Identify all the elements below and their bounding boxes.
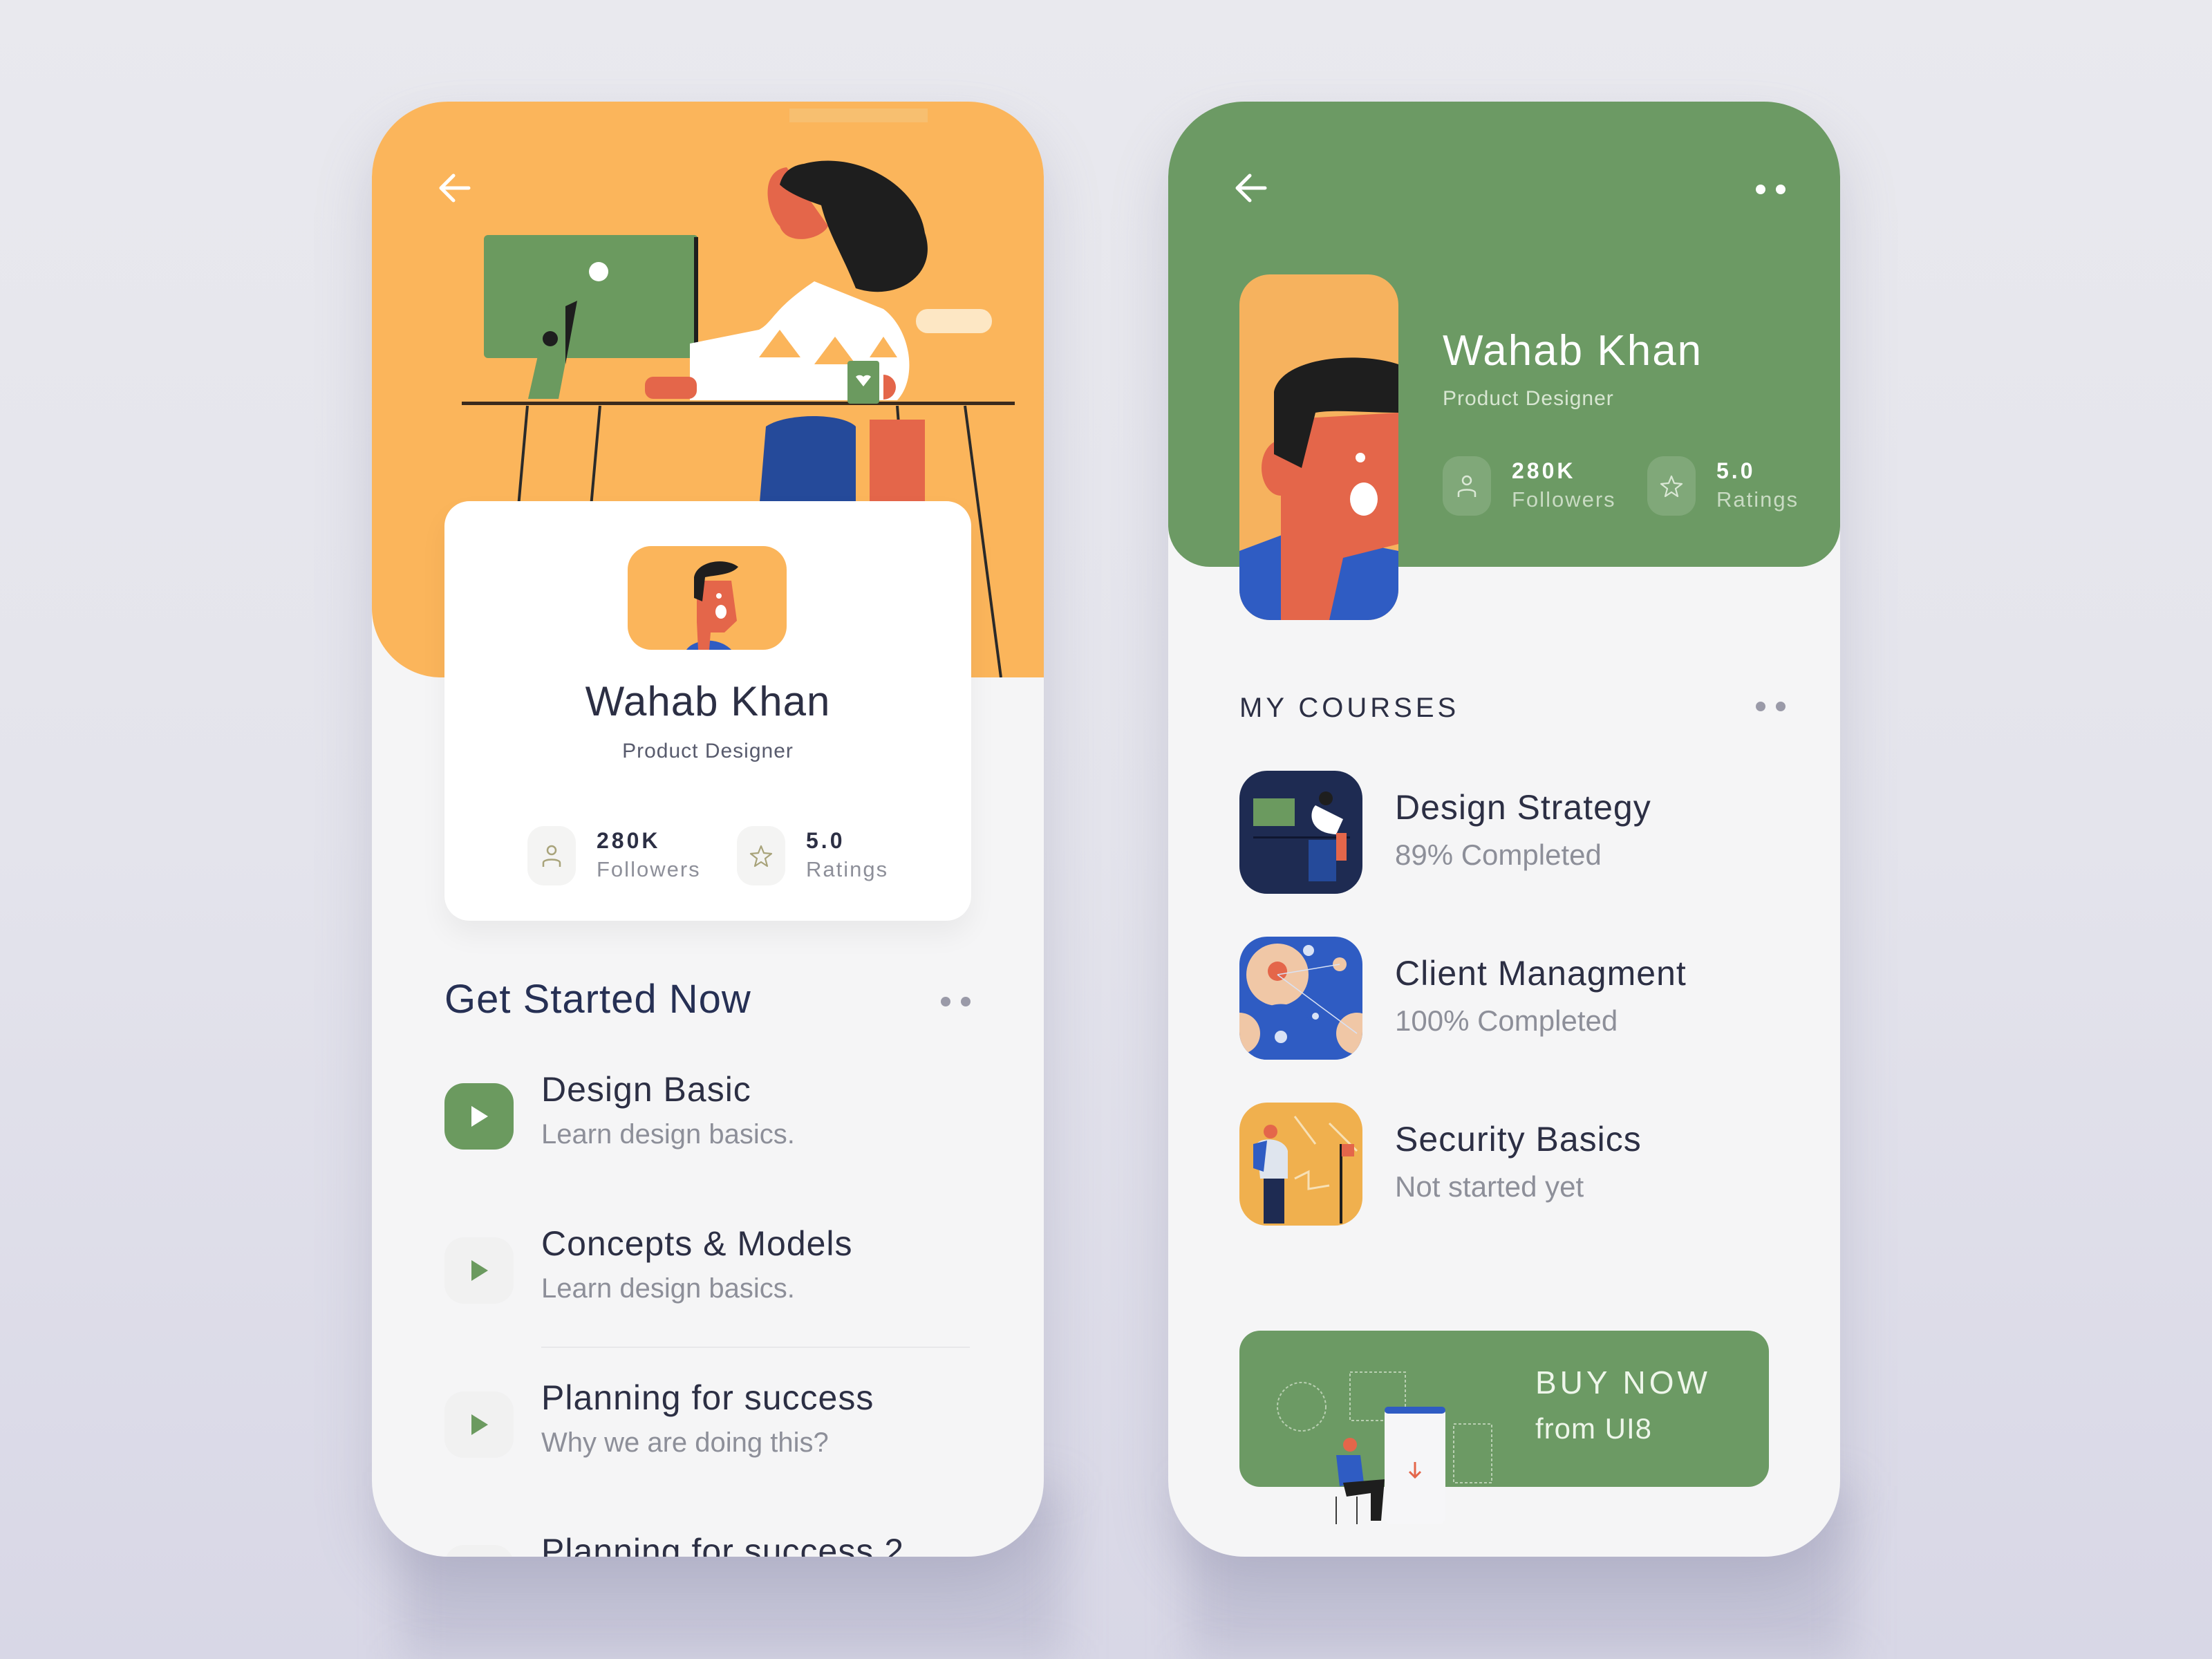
more-dots-icon[interactable] bbox=[1756, 702, 1785, 711]
security-illustration bbox=[1253, 1116, 1358, 1224]
course-status: Not started yet bbox=[1395, 1170, 1584, 1203]
lesson-subtitle: Learn design basics. bbox=[541, 1273, 795, 1304]
buy-now-label: BUY NOW bbox=[1535, 1365, 1711, 1400]
course-title: Design Strategy bbox=[1395, 788, 1651, 827]
play-icon bbox=[471, 1106, 488, 1127]
more-dots-icon[interactable] bbox=[1756, 185, 1785, 194]
profile-role: Product Designer bbox=[622, 740, 794, 762]
profile-role: Product Designer bbox=[1443, 387, 1614, 410]
section-title: Get Started Now bbox=[444, 977, 751, 1022]
course-thumbnail bbox=[1239, 937, 1362, 1060]
lesson-item[interactable]: Planning for success 2 bbox=[444, 1531, 997, 1557]
course-title: Security Basics bbox=[1395, 1120, 1642, 1159]
lesson-subtitle: Why we are doing this? bbox=[541, 1427, 829, 1458]
arrow-left-icon bbox=[1235, 174, 1267, 203]
ratings-label: Ratings bbox=[806, 857, 889, 881]
ratings-label: Ratings bbox=[1716, 487, 1799, 512]
section-title: MY COURSES bbox=[1239, 693, 1460, 723]
courses-screen: Wahab Khan Product Designer 280K Followe… bbox=[1168, 102, 1840, 1557]
arrow-left-icon bbox=[439, 174, 471, 203]
divider bbox=[541, 1347, 970, 1348]
ratings-value: 5.0 bbox=[1716, 458, 1756, 483]
buy-now-button[interactable]: BUY NOW from UI8 bbox=[1239, 1331, 1769, 1524]
lesson-title: Concepts & Models bbox=[541, 1224, 853, 1263]
back-button[interactable] bbox=[1230, 167, 1272, 209]
course-item[interactable]: Client Managment 100% Completed bbox=[1239, 937, 1806, 1061]
course-title: Client Managment bbox=[1395, 954, 1687, 993]
profile-card: Wahab Khan Product Designer 280K Followe… bbox=[444, 501, 971, 921]
course-thumbnail bbox=[1239, 771, 1362, 894]
lesson-subtitle: Learn design basics. bbox=[541, 1119, 795, 1150]
buy-source-label: from UI8 bbox=[1535, 1412, 1653, 1445]
avatar bbox=[628, 546, 787, 650]
followers-count: 280K bbox=[597, 828, 661, 853]
lesson-item[interactable]: Planning for success Why we are doing th… bbox=[444, 1378, 997, 1481]
star-icon bbox=[737, 826, 785, 885]
ratings-stat: 5.0 Ratings bbox=[737, 826, 888, 885]
ratings-stat: 5.0 Ratings bbox=[1647, 456, 1799, 516]
profile-screen: Wahab Khan Product Designer 280K Followe… bbox=[372, 102, 1044, 1557]
course-item[interactable]: Security Basics Not started yet bbox=[1239, 1103, 1806, 1227]
profile-name: Wahab Khan bbox=[1443, 327, 1703, 375]
followers-stat: 280K Followers bbox=[527, 826, 701, 885]
desk-illustration bbox=[1253, 791, 1350, 881]
phone-download-illustration bbox=[1277, 1371, 1492, 1524]
network-illustration bbox=[1239, 944, 1362, 1060]
ratings-value: 5.0 bbox=[806, 828, 845, 853]
followers-stat: 280K Followers bbox=[1443, 456, 1616, 516]
lesson-title: Design Basic bbox=[541, 1070, 751, 1109]
lesson-title: Planning for success 2 bbox=[541, 1532, 905, 1557]
play-button[interactable] bbox=[444, 1237, 514, 1304]
play-button[interactable] bbox=[444, 1545, 514, 1557]
avatar bbox=[1239, 274, 1398, 620]
avatar-illustration bbox=[1239, 357, 1398, 620]
lesson-item[interactable]: Design Basic Learn design basics. bbox=[444, 1069, 997, 1173]
profile-name: Wahab Khan bbox=[585, 678, 831, 724]
back-button[interactable] bbox=[434, 167, 476, 209]
followers-label: Followers bbox=[597, 857, 701, 881]
course-status: 89% Completed bbox=[1395, 838, 1602, 871]
course-item[interactable]: Design Strategy 89% Completed bbox=[1239, 771, 1806, 895]
more-dots-icon[interactable] bbox=[941, 997, 971, 1006]
followers-label: Followers bbox=[1512, 487, 1616, 512]
lesson-item[interactable]: Concepts & Models Learn design basics. bbox=[444, 1224, 997, 1327]
user-icon bbox=[1443, 456, 1491, 516]
course-status: 100% Completed bbox=[1395, 1004, 1618, 1037]
play-button[interactable] bbox=[444, 1083, 514, 1150]
lesson-title: Planning for success bbox=[541, 1378, 874, 1417]
play-icon bbox=[471, 1260, 488, 1281]
user-icon bbox=[527, 826, 576, 885]
avatar-illustration bbox=[686, 561, 738, 650]
followers-count: 280K bbox=[1512, 458, 1576, 483]
play-button[interactable] bbox=[444, 1391, 514, 1458]
course-thumbnail bbox=[1239, 1103, 1362, 1226]
play-icon bbox=[471, 1414, 488, 1435]
star-icon bbox=[1647, 456, 1696, 516]
